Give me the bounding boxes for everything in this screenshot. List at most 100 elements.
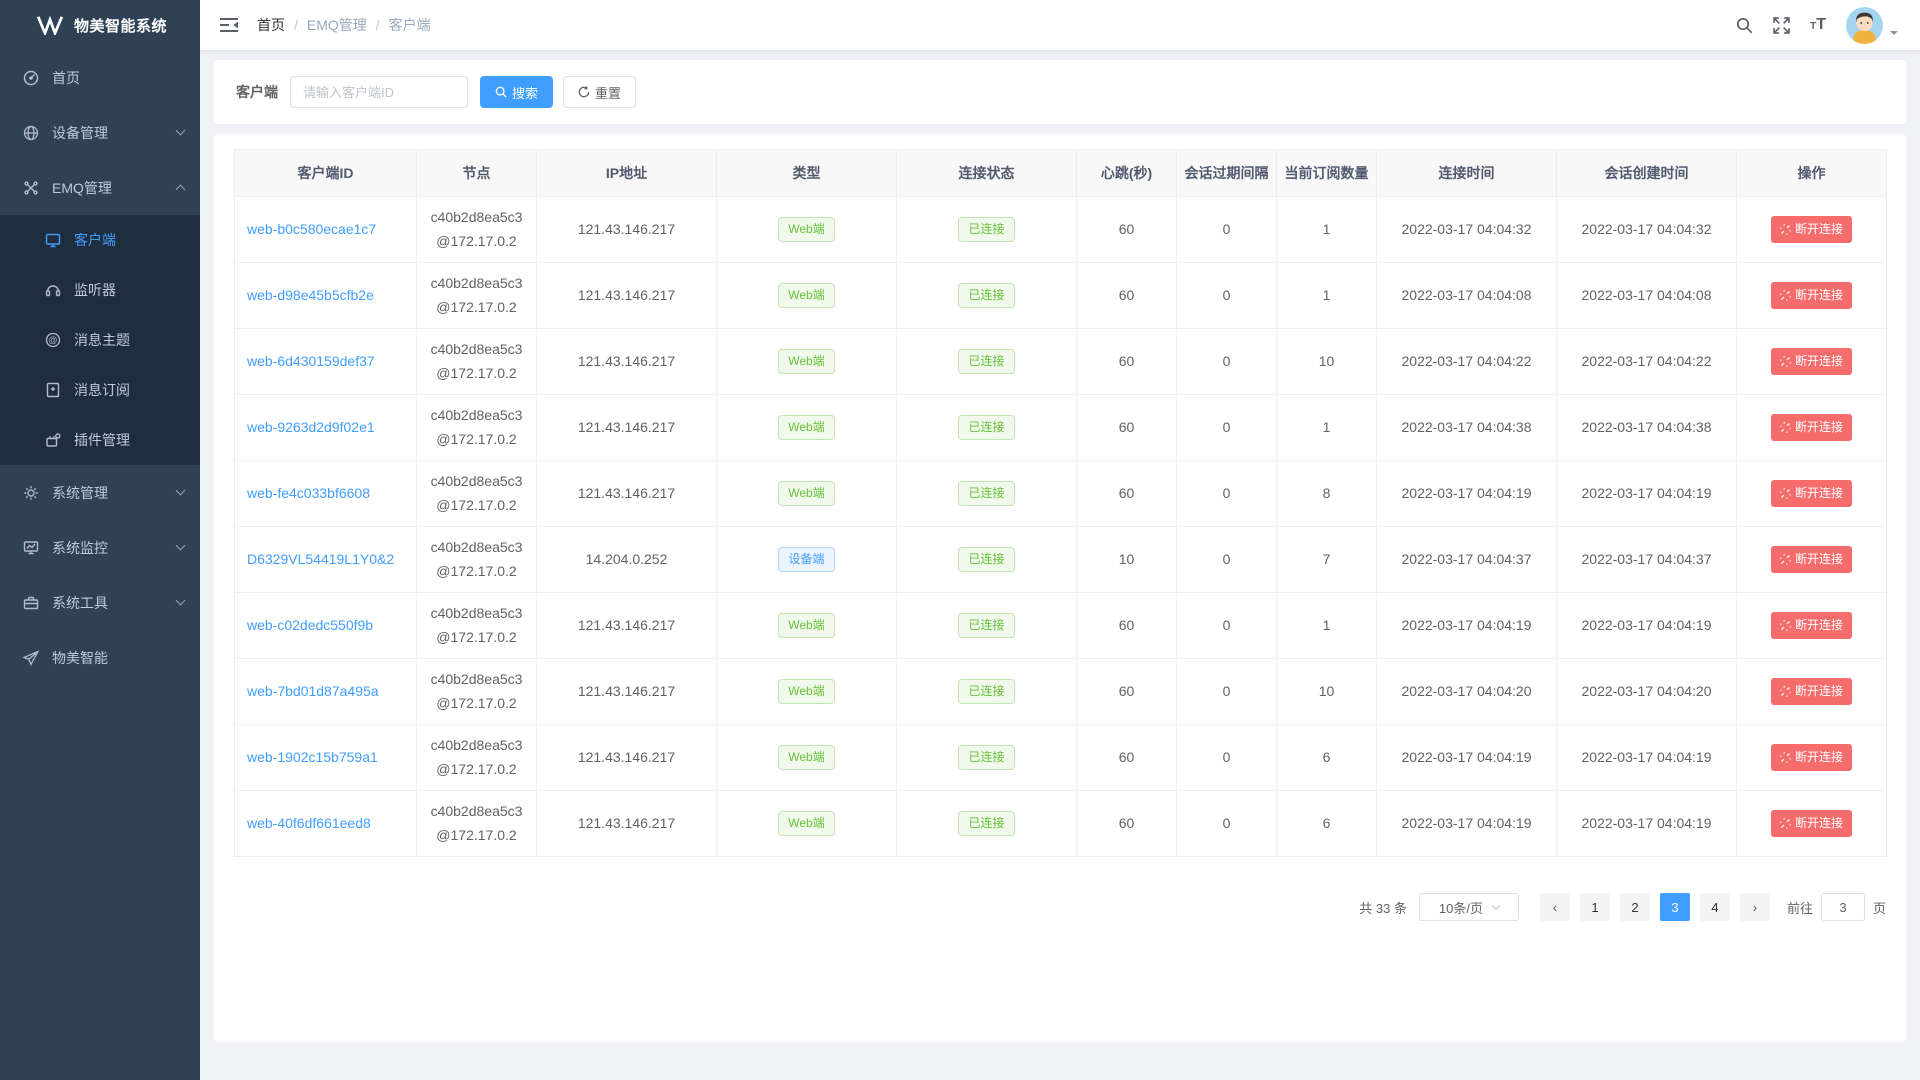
clients-table: 客户端ID 节点 IP地址 类型 连接状态 心跳(秒) 会话过期间隔 当前订阅数… (234, 149, 1887, 857)
connected-time-cell: 2022-03-17 04:04:19 (1377, 725, 1557, 791)
monitor-chart-icon (22, 540, 40, 556)
session-created-cell: 2022-03-17 04:04:20 (1557, 659, 1737, 725)
search-bar: 客户端 搜索 重置 (214, 60, 1906, 124)
subscriptions-cell: 10 (1277, 329, 1377, 395)
page-button-1[interactable]: 1 (1580, 893, 1610, 921)
client-id-link[interactable]: D6329VL54419L1Y0&2 (247, 551, 394, 567)
sidebar-item-plugin-management[interactable]: 插件管理 (0, 415, 200, 465)
page-button-3[interactable]: 3 (1660, 893, 1690, 921)
subscriptions-cell: 6 (1277, 791, 1377, 857)
sidebar-item-device-management[interactable]: 设备管理 (0, 105, 200, 160)
font-size-icon[interactable]: TT (1810, 17, 1826, 33)
client-id-link[interactable]: web-9263d2d9f02e1 (247, 419, 375, 435)
sidebar-item-message-topics[interactable]: @ 消息主题 (0, 315, 200, 365)
client-id-input[interactable] (290, 76, 468, 108)
sidebar-item-wumei-ai[interactable]: 物美智能 (0, 630, 200, 685)
type-badge: Web端 (778, 679, 834, 703)
sidebar-item-message-subscriptions[interactable]: 消息订阅 (0, 365, 200, 415)
sidebar-collapse-icon[interactable] (216, 13, 242, 37)
table-row: web-b0c580ecae1c7 c40b2d8ea5c3@172.17.0.… (235, 197, 1887, 263)
type-badge: Web端 (778, 217, 834, 241)
logo-icon (36, 15, 64, 35)
header-actions: TT (1736, 7, 1898, 44)
chevron-down-icon (176, 126, 186, 136)
col-client-id: 客户端ID (235, 150, 417, 197)
search-icon[interactable] (1736, 17, 1753, 34)
client-id-link[interactable]: web-40f6df661eed8 (247, 815, 371, 831)
user-menu[interactable] (1846, 7, 1898, 44)
breadcrumb: 首页 / EMQ管理 / 客户端 (257, 15, 431, 35)
connected-time-cell: 2022-03-17 04:04:19 (1377, 593, 1557, 659)
disconnect-button[interactable]: 断开连接 (1771, 216, 1852, 242)
page-button-2[interactable]: 2 (1620, 893, 1650, 921)
session-expiry-cell: 0 (1177, 725, 1277, 791)
type-badge: 设备端 (778, 547, 834, 571)
session-expiry-cell: 0 (1177, 461, 1277, 527)
status-badge: 已连接 (958, 679, 1014, 703)
node-cell: c40b2d8ea5c3@172.17.0.2 (417, 461, 537, 527)
session-created-cell: 2022-03-17 04:04:19 (1557, 791, 1737, 857)
table-body: web-b0c580ecae1c7 c40b2d8ea5c3@172.17.0.… (235, 197, 1887, 857)
status-badge: 已连接 (958, 613, 1014, 637)
heartbeat-cell: 60 (1077, 725, 1177, 791)
subscriptions-cell: 1 (1277, 263, 1377, 329)
table-row: web-7bd01d87a495a c40b2d8ea5c3@172.17.0.… (235, 659, 1887, 725)
subscriptions-cell: 6 (1277, 725, 1377, 791)
next-page-button[interactable]: › (1740, 893, 1770, 921)
type-badge: Web端 (778, 613, 834, 637)
page-button-4[interactable]: 4 (1700, 893, 1730, 921)
reset-button[interactable]: 重置 (563, 76, 636, 108)
type-badge: Web端 (778, 481, 834, 505)
subscriptions-cell: 8 (1277, 461, 1377, 527)
disconnect-button[interactable]: 断开连接 (1771, 282, 1852, 308)
ip-cell: 121.43.146.217 (537, 791, 717, 857)
status-badge: 已连接 (958, 811, 1014, 835)
connected-time-cell: 2022-03-17 04:04:37 (1377, 527, 1557, 593)
disconnect-button[interactable]: 断开连接 (1771, 546, 1852, 572)
sidebar-item-emq-management[interactable]: EMQ管理 (0, 160, 200, 215)
disconnect-button[interactable]: 断开连接 (1771, 414, 1852, 440)
type-badge: Web端 (778, 283, 834, 307)
col-heartbeat: 心跳(秒) (1077, 150, 1177, 197)
app-logo: 物美智能系统 (0, 0, 200, 50)
goto-page-input[interactable] (1821, 893, 1865, 921)
sidebar-item-home[interactable]: 首页 (0, 50, 200, 105)
status-badge: 已连接 (958, 481, 1014, 505)
col-session-created: 会话创建时间 (1557, 150, 1737, 197)
session-expiry-cell: 0 (1177, 659, 1277, 725)
search-button[interactable]: 搜索 (480, 76, 553, 108)
client-id-link[interactable]: web-fe4c033bf6608 (247, 485, 370, 501)
status-badge: 已连接 (958, 745, 1014, 769)
client-id-link[interactable]: web-7bd01d87a495a (247, 683, 379, 699)
connected-time-cell: 2022-03-17 04:04:38 (1377, 395, 1557, 461)
node-cell: c40b2d8ea5c3@172.17.0.2 (417, 527, 537, 593)
node-cell: c40b2d8ea5c3@172.17.0.2 (417, 395, 537, 461)
sidebar-item-listeners[interactable]: 监听器 (0, 265, 200, 315)
sidebar-item-system-tools[interactable]: 系统工具 (0, 575, 200, 630)
client-id-link[interactable]: web-b0c580ecae1c7 (247, 221, 376, 237)
client-id-link[interactable]: web-1902c15b759a1 (247, 749, 378, 765)
session-expiry-cell: 0 (1177, 791, 1277, 857)
sidebar-item-system-monitor[interactable]: 系统监控 (0, 520, 200, 575)
sidebar-item-clients[interactable]: 客户端 (0, 215, 200, 265)
avatar[interactable] (1846, 7, 1883, 44)
client-id-link[interactable]: web-c02dedc550f9b (247, 617, 373, 633)
disconnect-button[interactable]: 断开连接 (1771, 480, 1852, 506)
status-badge: 已连接 (958, 415, 1014, 439)
disconnect-button[interactable]: 断开连接 (1771, 612, 1852, 638)
col-actions: 操作 (1737, 150, 1887, 197)
sidebar-item-system-management[interactable]: 系统管理 (0, 465, 200, 520)
caret-down-icon (1890, 31, 1898, 39)
client-id-link[interactable]: web-d98e45b5cfb2e (247, 287, 374, 303)
disconnect-button[interactable]: 断开连接 (1771, 744, 1852, 770)
disconnect-button[interactable]: 断开连接 (1771, 678, 1852, 704)
table-row: web-6d430159def37 c40b2d8ea5c3@172.17.0.… (235, 329, 1887, 395)
fullscreen-icon[interactable] (1773, 17, 1790, 34)
breadcrumb-home[interactable]: 首页 (257, 15, 285, 35)
client-id-link[interactable]: web-6d430159def37 (247, 353, 375, 369)
prev-page-button[interactable]: ‹ (1540, 893, 1570, 921)
disconnect-button[interactable]: 断开连接 (1771, 348, 1852, 374)
page-size-select[interactable]: 10条/页 (1419, 893, 1519, 921)
subscribe-icon (44, 382, 62, 398)
disconnect-button[interactable]: 断开连接 (1771, 810, 1852, 836)
